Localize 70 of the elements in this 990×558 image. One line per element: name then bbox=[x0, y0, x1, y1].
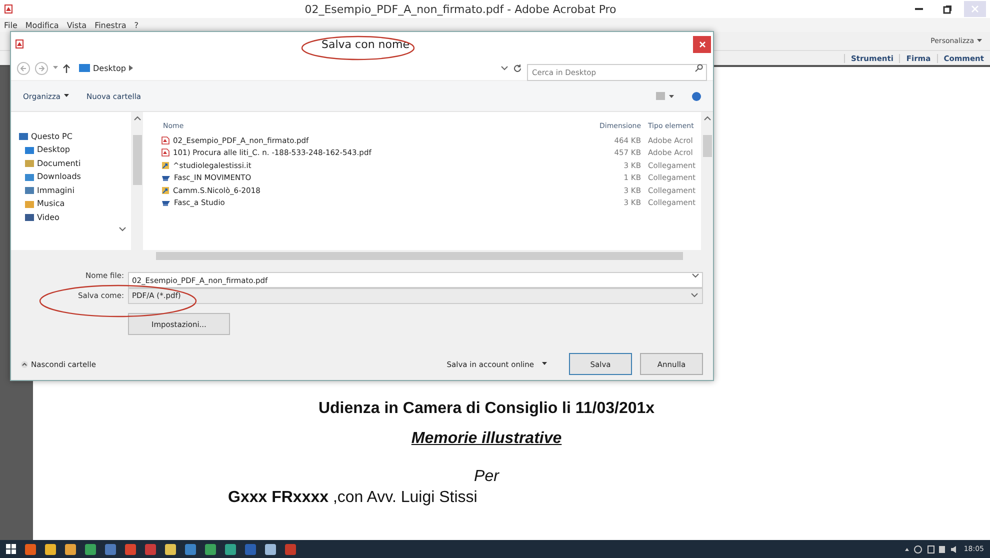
help-icon[interactable] bbox=[692, 92, 701, 100]
start-icon[interactable] bbox=[6, 544, 16, 554]
taskbar-app-icon[interactable] bbox=[265, 544, 276, 554]
taskbar-app-icon[interactable] bbox=[25, 544, 36, 554]
dialog-title: Salva con nome bbox=[320, 38, 410, 50]
chevron-down-icon[interactable] bbox=[119, 226, 126, 232]
arrow-right-icon bbox=[38, 64, 45, 72]
chevron-down-icon[interactable] bbox=[501, 66, 508, 70]
taskbar-app-icon[interactable] bbox=[225, 544, 236, 554]
caret-icon bbox=[64, 94, 69, 98]
menu-item[interactable]: Finestra bbox=[94, 20, 126, 30]
document-text: Gxxx FRxxxx ,con Avv. Luigi Stissi bbox=[228, 489, 478, 506]
caret-icon bbox=[977, 39, 982, 43]
folder-nav-item[interactable]: Downloads bbox=[19, 170, 131, 183]
folder-nav-item[interactable]: Questo PC bbox=[19, 130, 131, 142]
app-shortcut-icon bbox=[161, 198, 171, 208]
scrollbar[interactable] bbox=[11, 250, 713, 262]
folder-nav-item[interactable]: Immagini bbox=[19, 184, 131, 196]
pdf-file-icon bbox=[161, 136, 170, 145]
tray-icons-drawing bbox=[904, 544, 958, 554]
close-icon bbox=[698, 40, 706, 48]
folder-nav-item[interactable]: Video bbox=[19, 211, 131, 224]
taskbar-app-icon[interactable] bbox=[105, 544, 116, 554]
taskbar-app-icon[interactable] bbox=[185, 544, 196, 554]
app-icon bbox=[4, 4, 13, 14]
refresh-icon[interactable] bbox=[513, 64, 522, 72]
folder-nav-item[interactable]: Musica bbox=[19, 198, 131, 210]
chevron-down-icon bbox=[691, 293, 698, 298]
taskbar-app-icon[interactable] bbox=[65, 544, 76, 554]
back-button[interactable] bbox=[17, 62, 30, 74]
app-icon bbox=[15, 39, 24, 49]
chevron-up-icon bbox=[134, 116, 140, 121]
app-shortcut-icon bbox=[161, 173, 171, 182]
taskbar-app-icon[interactable] bbox=[125, 544, 136, 554]
menu-item[interactable]: Vista bbox=[66, 20, 87, 30]
restore-icon bbox=[942, 4, 952, 14]
minimize-icon bbox=[915, 8, 923, 10]
chevron-right-icon bbox=[129, 65, 133, 71]
menu-item[interactable]: ? bbox=[134, 20, 139, 30]
close-icon bbox=[971, 5, 979, 13]
caret-icon bbox=[542, 362, 547, 366]
taskbar-app-icon[interactable] bbox=[205, 544, 216, 554]
folder-nav-item[interactable]: Documenti bbox=[19, 157, 131, 170]
search-icon bbox=[695, 64, 703, 72]
document-text: Per bbox=[474, 468, 499, 485]
taskbar-app-icon[interactable] bbox=[45, 544, 56, 554]
pdf-file-icon bbox=[161, 148, 170, 158]
view-options-icon[interactable] bbox=[656, 92, 674, 100]
menu-item[interactable]: File bbox=[4, 20, 18, 30]
menu-item[interactable]: Modifica bbox=[25, 20, 59, 30]
folder-nav-item[interactable]: Desktop bbox=[19, 144, 131, 156]
scrollbar-thumb[interactable] bbox=[132, 135, 142, 185]
chevron-up-icon bbox=[704, 116, 710, 121]
breadcrumb[interactable]: Desktop bbox=[79, 64, 133, 72]
shortcut-icon bbox=[161, 186, 170, 195]
forward-button[interactable] bbox=[35, 62, 48, 74]
arrow-left-icon bbox=[20, 64, 27, 72]
chevron-down-icon bbox=[692, 273, 699, 278]
window-title: 02_Esempio_PDF_A_non_firmato.pdf - Adobe Acrobat Pro bbox=[304, 2, 618, 16]
document-text: Udienza in Camera di Consiglio li 11/03/201x bbox=[318, 400, 655, 417]
document-text: Memorie illustrative bbox=[411, 430, 562, 447]
shortcut-icon bbox=[161, 160, 170, 170]
scrollbar[interactable] bbox=[701, 112, 713, 250]
scrollbar-thumb[interactable] bbox=[702, 135, 712, 157]
scrollbar[interactable] bbox=[131, 112, 143, 250]
taskbar-app-icon[interactable] bbox=[85, 544, 96, 554]
up-arrow-icon[interactable] bbox=[63, 64, 70, 72]
close-button[interactable] bbox=[693, 36, 711, 52]
chevron-up-icon bbox=[21, 360, 28, 368]
taskbar-app-icon[interactable] bbox=[165, 544, 176, 554]
